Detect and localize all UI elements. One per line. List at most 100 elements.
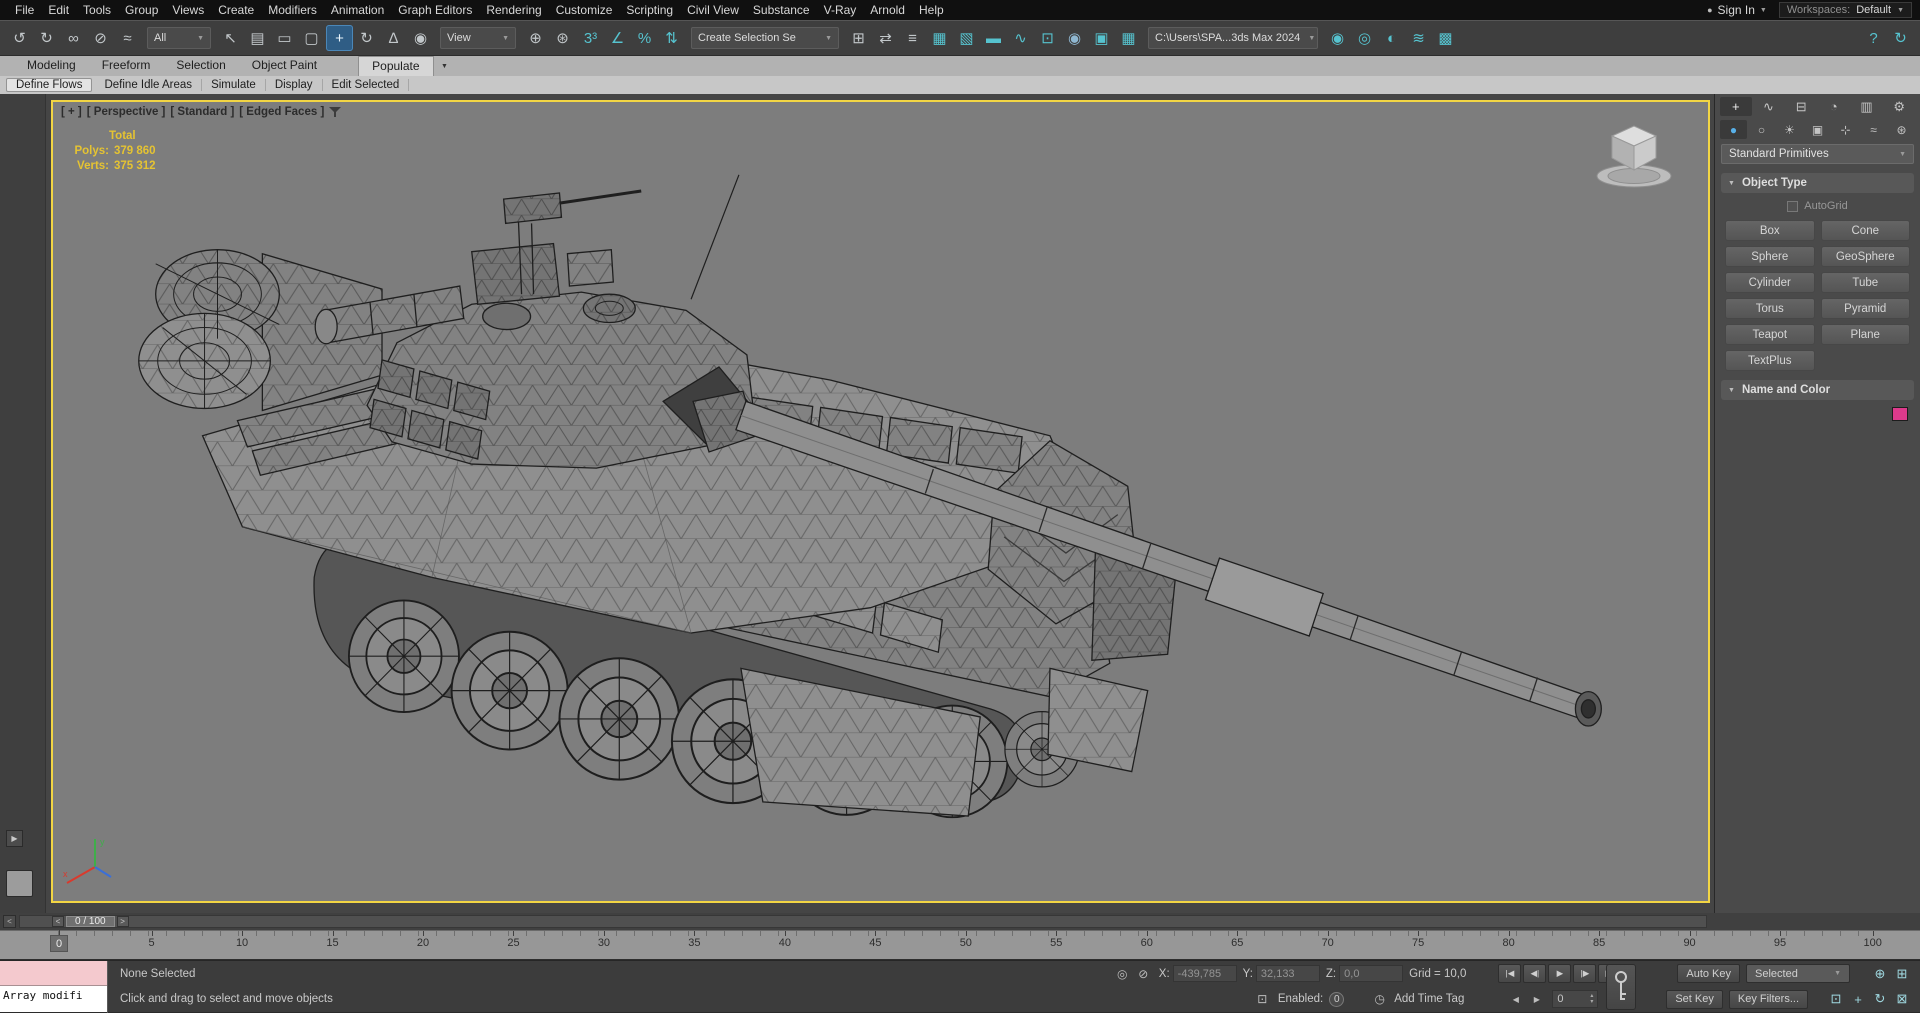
object-color-swatch[interactable]: [1892, 407, 1908, 421]
primitive-button[interactable]: Pyramid: [1820, 298, 1910, 319]
primitive-button[interactable]: Sphere: [1725, 246, 1815, 267]
whats-new-icon[interactable]: ↻: [1887, 25, 1914, 51]
align-icon[interactable]: ≡: [899, 25, 926, 51]
name-and-color-rollout[interactable]: ▼ Name and Color: [1721, 380, 1914, 400]
enabled-toggle-icon[interactable]: ⊡: [1253, 990, 1272, 1008]
toggle-scene-explorer-icon[interactable]: ▦: [926, 25, 953, 51]
menu-item[interactable]: Civil View: [680, 3, 746, 17]
ribbon-tab[interactable]: Object Paint: [239, 56, 330, 76]
material-editor-icon[interactable]: ◉: [1061, 25, 1088, 51]
angle-snap-toggle-icon[interactable]: ∠: [604, 25, 631, 51]
key-filters-button[interactable]: Key Filters...: [1728, 989, 1808, 1009]
snaps-toggle-icon[interactable]: 3³: [577, 25, 604, 51]
maxscript-listener-line[interactable]: Array modifi: [0, 986, 107, 1012]
percent-snap-toggle-icon[interactable]: %: [631, 25, 658, 51]
ribbon-subtab[interactable]: Display: [266, 79, 323, 91]
perspective-viewport[interactable]: [ + ] [ Perspective ] [ Standard ] [ Edged …: [51, 100, 1710, 903]
ribbon-subtab[interactable]: Define Flows: [6, 78, 93, 92]
menu-item[interactable]: Rendering: [479, 3, 548, 17]
helpers-category-icon[interactable]: ⊹: [1832, 120, 1859, 139]
viewport-label-segment[interactable]: [ + ]: [61, 106, 82, 118]
filter-icon[interactable]: [329, 106, 342, 118]
primitive-button[interactable]: Cone: [1820, 220, 1910, 241]
sign-in-button[interactable]: ● Sign In ▼: [1707, 3, 1767, 17]
curve-editor-icon[interactable]: ∿: [1007, 25, 1034, 51]
primitive-button[interactable]: Torus: [1725, 298, 1815, 319]
workspaces-dropdown[interactable]: Workspaces: Default ▼: [1778, 2, 1912, 18]
lights-category-icon[interactable]: ☀: [1776, 120, 1803, 139]
pan-view-icon[interactable]: +: [1848, 990, 1868, 1009]
menu-item[interactable]: Create: [211, 3, 261, 17]
select-and-move-icon[interactable]: +: [326, 25, 353, 51]
autogrid-checkbox[interactable]: [1787, 200, 1799, 212]
render-gallery-icon[interactable]: ▩: [1432, 25, 1459, 51]
select-and-link-icon[interactable]: ∞: [60, 25, 87, 51]
view-cube[interactable]: [1588, 112, 1682, 192]
current-frame-field[interactable]: 0 ▴ ▾: [1552, 990, 1599, 1009]
maxscript-macro-line[interactable]: [0, 961, 107, 986]
window-crossing-toggle-icon[interactable]: ▢: [298, 25, 325, 51]
toggle-ribbon-icon[interactable]: ▬: [980, 25, 1007, 51]
z-coordinate-field[interactable]: 0,0: [1339, 965, 1404, 983]
shapes-category-icon[interactable]: ○: [1748, 120, 1775, 139]
selection-filter-dropdown[interactable]: All ▼: [147, 27, 211, 49]
add-time-tag[interactable]: Add Time Tag: [1394, 993, 1464, 1005]
viewport-label-segment[interactable]: [ Standard ]: [170, 106, 234, 118]
select-object-icon[interactable]: ↖: [217, 25, 244, 51]
maximize-viewport-toggle-icon[interactable]: ⊠: [1892, 990, 1912, 1009]
bind-to-space-warp-icon[interactable]: ≈: [114, 25, 141, 51]
ribbon-subtab[interactable]: Define Idle Areas: [95, 79, 203, 91]
hierarchy-tab-icon[interactable]: ⊟: [1785, 97, 1817, 116]
previous-key-icon[interactable]: ◀: [1506, 990, 1525, 1008]
project-folder-dropdown[interactable]: C:\Users\SPA...3ds Max 2024 ▼: [1148, 27, 1318, 49]
unlink-selection-icon[interactable]: ⊘: [87, 25, 114, 51]
isolate-selection-toggle-icon[interactable]: ◎: [1113, 965, 1132, 983]
time-slider-handle[interactable]: 0 / 100: [66, 916, 115, 927]
play-animation-button[interactable]: ▶: [1548, 964, 1572, 984]
menu-item[interactable]: Graph Editors: [391, 3, 479, 17]
primitive-button[interactable]: GeoSphere: [1820, 246, 1910, 267]
ribbon-subtab[interactable]: Simulate: [202, 79, 266, 91]
track-bar[interactable]: 0 5 10 15 20 25 30 35 40 45 50 55 60 65 70 75 80 85 90 95 10…: [0, 930, 1920, 960]
rectangular-selection-region-icon[interactable]: ▭: [271, 25, 298, 51]
cameras-category-icon[interactable]: ▣: [1804, 120, 1831, 139]
select-by-name-icon[interactable]: ▤: [244, 25, 271, 51]
create-tab-icon[interactable]: +: [1720, 97, 1752, 116]
zoom-icon[interactable]: ⊕: [1870, 964, 1890, 983]
selection-lock-toggle-icon[interactable]: ⊘: [1134, 965, 1153, 983]
animate-selection-dropdown[interactable]: Selected ▼: [1746, 964, 1850, 984]
primitive-button[interactable]: Tube: [1820, 272, 1910, 293]
menu-item[interactable]: Animation: [324, 3, 391, 17]
render-production-icon[interactable]: ◉: [1324, 25, 1351, 51]
edit-named-selection-sets-icon[interactable]: ⊞: [845, 25, 872, 51]
go-to-start-button[interactable]: |◀: [1498, 964, 1522, 984]
menu-item[interactable]: File: [8, 3, 41, 17]
menu-item[interactable]: Customize: [549, 3, 620, 17]
display-tab-icon[interactable]: ▥: [1851, 97, 1883, 116]
rendered-frame-window-icon[interactable]: ▦: [1115, 25, 1142, 51]
next-frame-arrow[interactable]: >: [116, 916, 129, 927]
primitive-button[interactable]: TextPlus: [1725, 350, 1815, 371]
menu-item[interactable]: Substance: [746, 3, 817, 17]
y-coordinate-field[interactable]: 32,133: [1255, 965, 1320, 983]
minimize-ribbon-icon[interactable]: ▼: [434, 56, 456, 76]
time-slider-scroll-left[interactable]: <: [3, 915, 16, 928]
ribbon-tab[interactable]: Modeling: [14, 56, 89, 76]
utilities-tab-icon[interactable]: ⚙: [1883, 97, 1915, 116]
spinner-snap-toggle-icon[interactable]: ⇅: [658, 25, 685, 51]
primitive-button[interactable]: Box: [1725, 220, 1815, 241]
systems-category-icon[interactable]: ⊛: [1888, 120, 1915, 139]
enabled-value-badge[interactable]: 0: [1329, 991, 1345, 1007]
toggle-layer-explorer-icon[interactable]: ▧: [953, 25, 980, 51]
primitive-button[interactable]: Plane: [1820, 324, 1910, 345]
ribbon-subtab[interactable]: Edit Selected: [323, 79, 410, 91]
modify-tab-icon[interactable]: ∿: [1753, 97, 1785, 116]
space-warps-category-icon[interactable]: ≈: [1860, 120, 1887, 139]
menu-item[interactable]: Scripting: [619, 3, 680, 17]
menu-item[interactable]: Views: [165, 3, 211, 17]
redo-icon[interactable]: ↻: [33, 25, 60, 51]
menu-item[interactable]: Tools: [76, 3, 118, 17]
reference-coordinate-system-dropdown[interactable]: View ▼: [440, 27, 516, 49]
ribbon-tab[interactable]: Selection: [163, 56, 238, 76]
previous-frame-arrow[interactable]: <: [52, 916, 64, 927]
